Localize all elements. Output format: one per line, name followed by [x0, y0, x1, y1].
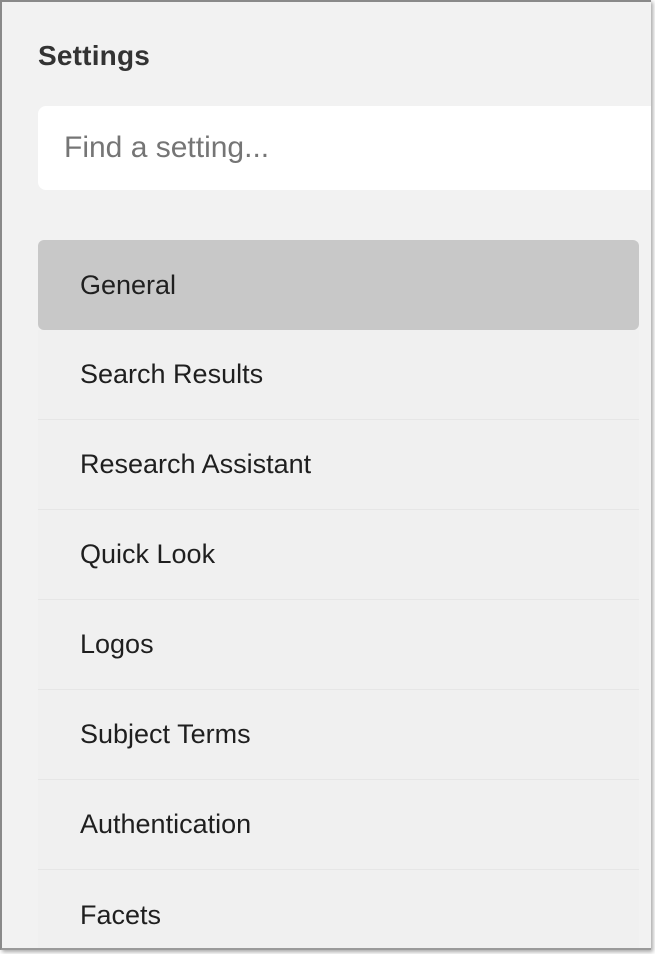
search-input[interactable]	[38, 106, 651, 190]
menu-item-facets[interactable]: Facets	[38, 870, 639, 948]
search-box	[38, 106, 651, 190]
settings-menu: General Search Results Research Assistan…	[38, 240, 639, 948]
menu-item-search-results[interactable]: Search Results	[38, 330, 639, 420]
menu-item-label: Search Results	[80, 359, 264, 389]
menu-item-label: Authentication	[80, 809, 252, 839]
menu-item-general[interactable]: General	[38, 240, 639, 330]
menu-item-quick-look[interactable]: Quick Look	[38, 510, 639, 600]
menu-item-label: General	[80, 269, 177, 300]
menu-item-logos[interactable]: Logos	[38, 600, 639, 690]
menu-item-label: Research Assistant	[80, 449, 312, 479]
menu-item-subject-terms[interactable]: Subject Terms	[38, 690, 639, 780]
menu-item-research-assistant[interactable]: Research Assistant	[38, 420, 639, 510]
menu-item-label: Quick Look	[80, 539, 216, 569]
menu-item-label: Subject Terms	[80, 719, 251, 749]
menu-item-authentication[interactable]: Authentication	[38, 780, 639, 870]
settings-panel: Settings General Search Results Research…	[0, 0, 651, 950]
menu-item-label: Logos	[80, 629, 154, 659]
page-title: Settings	[38, 40, 151, 71]
menu-item-label: Facets	[80, 899, 162, 930]
